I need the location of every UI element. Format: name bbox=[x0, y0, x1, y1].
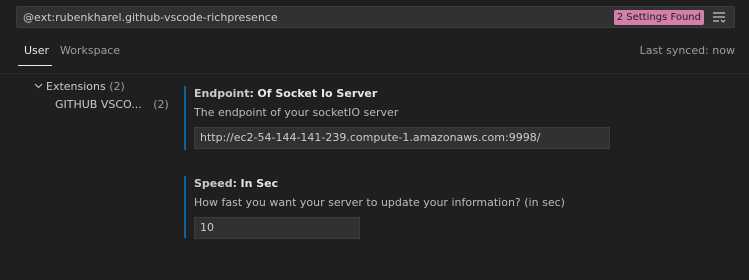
tree-group-count: (2) bbox=[109, 80, 125, 93]
tabs-divider bbox=[0, 73, 749, 74]
chevron-down-icon bbox=[34, 79, 46, 97]
tree-group-extensions[interactable]: Extensions (2) bbox=[34, 78, 125, 96]
settings-scope-tabs: User Workspace Last synced: now bbox=[16, 36, 735, 66]
setting-speed: Speed: In Sec How fast you want your ser… bbox=[184, 176, 724, 239]
tree-item-label: GITHUB VSCO... bbox=[55, 98, 142, 111]
setting-description: The endpoint of your socketIO server bbox=[194, 106, 399, 119]
tree-item-github-vscode[interactable]: GITHUB VSCO... (2) bbox=[55, 96, 169, 114]
tree-item-count: (2) bbox=[153, 98, 169, 111]
setting-category: Endpoint: bbox=[194, 87, 254, 100]
tab-workspace[interactable]: Workspace bbox=[60, 44, 120, 57]
results-count-badge: 2 Settings Found bbox=[613, 10, 704, 25]
active-tab-indicator bbox=[18, 65, 52, 66]
setting-description: How fast you want your server to update … bbox=[194, 196, 565, 209]
last-synced-status: Last synced: now bbox=[639, 44, 735, 57]
filter-list-icon[interactable] bbox=[712, 11, 726, 23]
setting-endpoint: Endpoint: Of Socket Io Server The endpoi… bbox=[184, 86, 724, 150]
setting-name: In Sec bbox=[240, 177, 279, 190]
setting-category: Speed: bbox=[194, 177, 237, 190]
setting-name: Of Socket Io Server bbox=[257, 87, 378, 100]
endpoint-input[interactable]: http://ec2-54-144-141-239.compute-1.amaz… bbox=[194, 127, 610, 149]
tab-user[interactable]: User bbox=[24, 44, 49, 57]
settings-search-input[interactable]: @ext:rubenkharel.github-vscode-richprese… bbox=[16, 6, 735, 28]
search-query[interactable]: @ext:rubenkharel.github-vscode-richprese… bbox=[23, 11, 278, 24]
speed-input[interactable]: 10 bbox=[194, 217, 360, 239]
setting-title: Speed: In Sec bbox=[194, 177, 724, 190]
setting-title: Endpoint: Of Socket Io Server bbox=[194, 87, 724, 100]
tree-group-label: Extensions bbox=[46, 80, 106, 93]
settings-editor: @ext:rubenkharel.github-vscode-richprese… bbox=[0, 0, 749, 280]
